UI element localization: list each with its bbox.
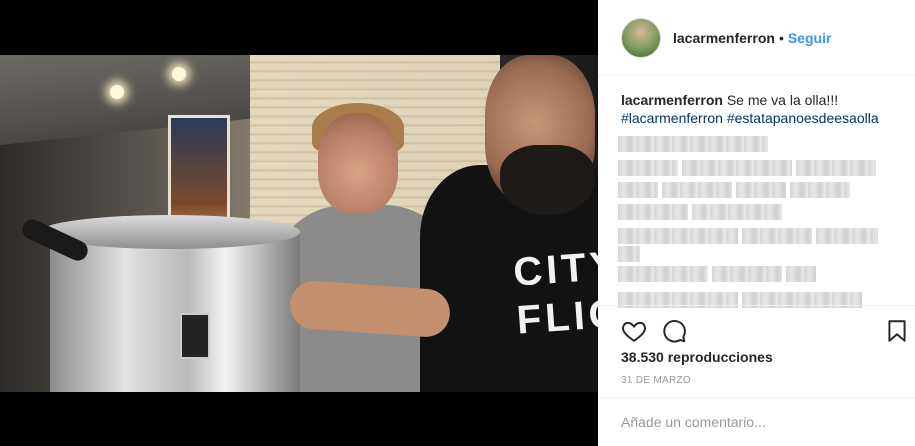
comment-input[interactable] (621, 411, 891, 433)
blurred-comment (618, 160, 880, 176)
follow-button[interactable]: Seguir (788, 30, 832, 46)
hood-light (110, 85, 124, 99)
woman-face (318, 113, 398, 213)
blurred-comment (618, 266, 820, 282)
pressure-cooker-brand-label (180, 313, 210, 359)
bookmark-icon[interactable] (884, 318, 910, 344)
hashtag-link[interactable]: #estatapanoesdeesaolla (727, 110, 879, 126)
post-details-panel: lacarmenferron • Seguir lacarmenferron S… (598, 0, 915, 446)
comment-section (598, 397, 915, 446)
video-player[interactable]: CITY FLIG (0, 55, 598, 392)
blurred-comment (618, 246, 644, 262)
post-date[interactable]: 31 DE MARZO (621, 375, 691, 386)
heart-icon[interactable] (621, 318, 647, 344)
hood-light (172, 67, 186, 81)
header-username[interactable]: lacarmenferron (673, 30, 775, 46)
avatar[interactable] (621, 17, 661, 58)
action-bar (598, 305, 915, 349)
shirt-print-line1: CITY (511, 243, 598, 295)
instagram-post-view: CITY FLIG lacarmenferron • Seguir lacarm… (0, 0, 915, 446)
media-panel: CITY FLIG (0, 0, 598, 446)
speech-bubble-icon[interactable] (661, 318, 687, 344)
blurred-comment (618, 182, 854, 198)
shirt-print-line2: FLIG (515, 291, 598, 343)
separator-dot: • (778, 29, 784, 46)
blurred-comment (618, 136, 772, 152)
view-count[interactable]: 38.530 reproducciones (621, 349, 773, 365)
shirt-print: CITY FLIG (512, 241, 598, 344)
caption: lacarmenferron Se me va la olla!!! #laca… (621, 91, 901, 127)
caption-username[interactable]: lacarmenferron (621, 92, 723, 108)
caption-text: Se me va la olla!!! (726, 92, 839, 108)
hashtag-link[interactable]: #lacarmenferron (621, 110, 723, 126)
blurred-comment (618, 228, 882, 244)
post-header: lacarmenferron • Seguir (598, 0, 915, 76)
man-beard (500, 145, 595, 215)
blurred-comment (618, 204, 786, 220)
